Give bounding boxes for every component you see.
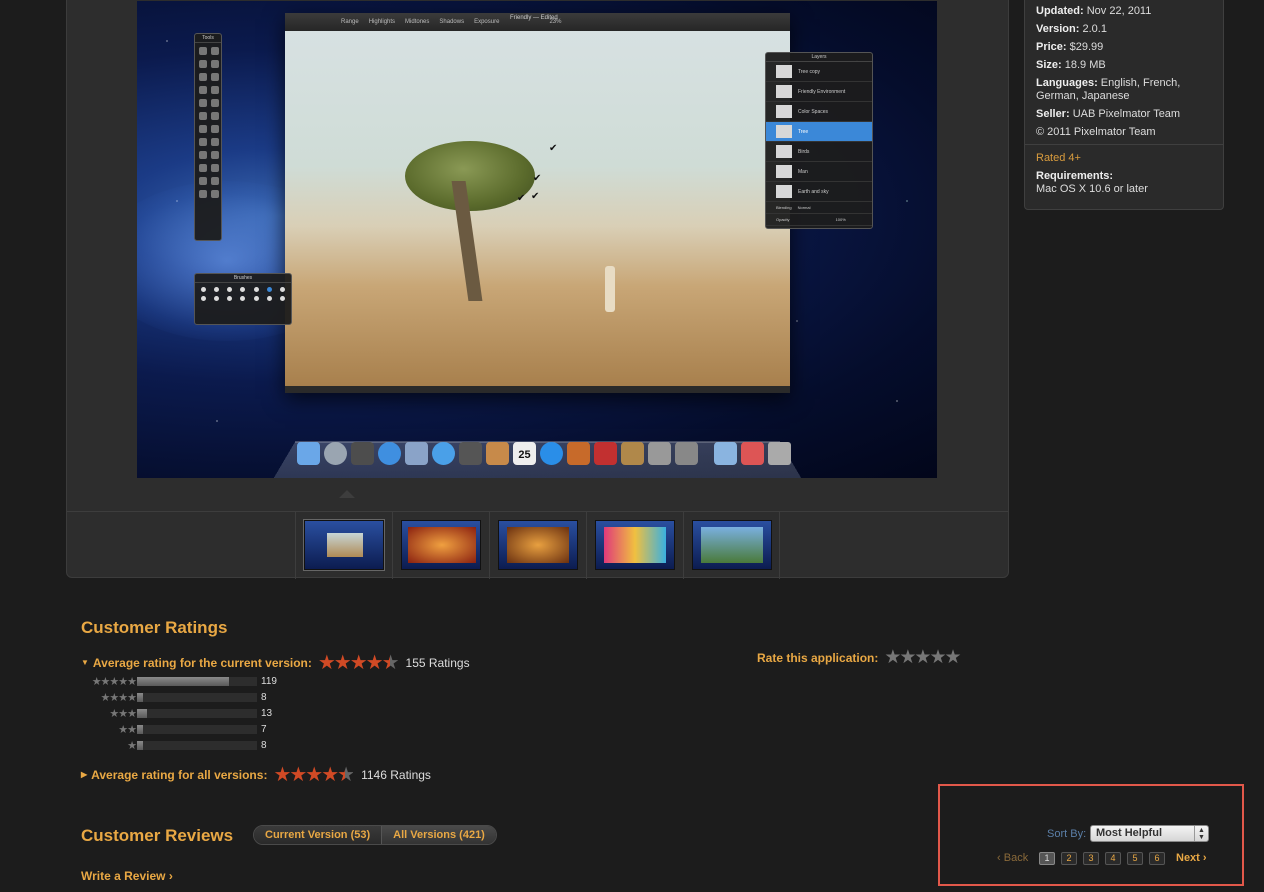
toolbar-range: Range xyxy=(341,19,359,25)
thumbnail-4[interactable] xyxy=(586,512,683,579)
thumbnail-strip xyxy=(67,511,1008,579)
rate-this-app: Rate this application: ★★★★★ xyxy=(757,646,960,669)
screenshot-viewer: Range Highlights Midtones Shadows Exposu… xyxy=(66,0,1009,578)
chevron-left-icon: ‹ xyxy=(997,852,1001,864)
current-rating-count: 155 Ratings xyxy=(406,656,470,670)
all-rating-stars: ★★★★★ xyxy=(273,762,353,787)
all-rating-count: 1146 Ratings xyxy=(361,768,431,782)
toolbar-highlights: Highlights xyxy=(369,19,395,25)
calendar-icon: 25 xyxy=(513,442,536,465)
app-info-panel: Updated: Nov 22, 2011 Version: 2.0.1 Pri… xyxy=(1024,0,1224,210)
select-arrows-icon: ▲ ▼ xyxy=(1194,826,1208,841)
rating-bar-4: ★★★★ 8 xyxy=(81,691,267,703)
layer-row: Friendly Environment xyxy=(766,82,872,102)
thumbnail-1[interactable] xyxy=(295,512,392,579)
version-row: Version: 2.0.1 xyxy=(1025,23,1223,36)
rating-bar-1: ★ 8 xyxy=(81,739,267,751)
rating-bar-5: ★★★★★ 119 xyxy=(81,675,277,687)
layer-row: Birds xyxy=(766,142,872,162)
seller-row: Seller: UAB Pixelmator Team xyxy=(1025,108,1223,121)
brushes-panel-title: Brushes xyxy=(195,274,291,283)
sort-select[interactable]: Most Helpful ▲ ▼ xyxy=(1090,825,1209,842)
one-star-icon: ★ xyxy=(81,739,136,752)
rate-stars-input[interactable]: ★★★★★ xyxy=(884,646,959,669)
customer-ratings-heading: Customer Ratings xyxy=(81,618,227,638)
five-stars-icon: ★★★★★ xyxy=(81,675,136,688)
size-row: Size: 18.9 MB xyxy=(1025,59,1223,72)
review-version-toggle: Current Version (53) All Versions (421) xyxy=(253,825,497,845)
blending-row: Blending Normal xyxy=(766,202,872,214)
pixelmator-window: Range Highlights Midtones Shadows Exposu… xyxy=(285,13,790,393)
chevron-right-icon: › xyxy=(1203,852,1207,864)
all-versions-rating[interactable]: ▶ Average rating for all versions: ★★★★★… xyxy=(81,762,431,787)
rating-bar-3: ★★★ 13 xyxy=(81,707,272,719)
customer-reviews-heading: Customer Reviews xyxy=(81,826,233,846)
updated-row: Updated: Nov 22, 2011 xyxy=(1025,5,1223,18)
layers-panel-title: Layers xyxy=(766,53,872,62)
tools-panel: Tools xyxy=(194,33,222,241)
rating-bar-2: ★★ 7 xyxy=(81,723,267,735)
layer-row: Color Spaces xyxy=(766,102,872,122)
disclosure-open-icon: ▼ xyxy=(81,658,89,667)
layer-row: Tree copy xyxy=(766,62,872,82)
page-3[interactable]: 3 xyxy=(1083,852,1099,865)
tab-current-version[interactable]: Current Version (53) xyxy=(254,826,381,844)
all-rating-label: Average rating for all versions: xyxy=(91,768,267,782)
image-canvas: ✔ ✔ ✔ ✔ xyxy=(285,31,790,386)
write-review-link[interactable]: Write a Review › xyxy=(81,869,173,883)
app-toolbar: Range Highlights Midtones Shadows Exposu… xyxy=(285,13,790,31)
requirements: Mac OS X 10.6 or later xyxy=(1025,183,1223,196)
chevron-right-icon: › xyxy=(169,869,173,883)
requirements-label: Requirements: xyxy=(1025,170,1223,183)
toolbar-midtones: Midtones xyxy=(405,19,429,25)
tools-panel-title: Tools xyxy=(195,34,221,43)
price-row: Price: $29.99 xyxy=(1025,41,1223,54)
layer-row: Earth and sky xyxy=(766,182,872,202)
two-stars-icon: ★★ xyxy=(81,723,136,736)
thumbnail-3[interactable] xyxy=(489,512,586,579)
page-5[interactable]: 5 xyxy=(1127,852,1143,865)
main-screenshot: Range Highlights Midtones Shadows Exposu… xyxy=(137,1,937,478)
age-rating: Rated 4+ xyxy=(1025,152,1223,165)
current-rating-stars: ★★★★★ xyxy=(318,650,398,675)
disclosure-closed-icon: ▶ xyxy=(81,770,87,779)
rate-label: Rate this application: xyxy=(757,651,878,665)
three-stars-icon: ★★★ xyxy=(81,707,136,720)
page-6[interactable]: 6 xyxy=(1149,852,1165,865)
four-stars-icon: ★★★★ xyxy=(81,691,136,704)
sort-by-label: Sort By: xyxy=(1047,828,1086,840)
page-2[interactable]: 2 xyxy=(1061,852,1077,865)
dock-icons: 25 xyxy=(297,442,791,465)
opacity-row: Opacity 100% xyxy=(766,214,872,226)
sort-value: Most Helpful xyxy=(1096,827,1162,839)
tab-all-versions[interactable]: All Versions (421) xyxy=(381,826,496,844)
current-version-rating[interactable]: ▼ Average rating for the current version… xyxy=(81,650,470,675)
current-rating-label: Average rating for the current version: xyxy=(93,656,312,670)
toolbar-exposure: Exposure xyxy=(474,19,499,25)
languages-row: Languages: English, French, German, Japa… xyxy=(1025,77,1223,103)
page-1[interactable]: 1 xyxy=(1039,852,1055,865)
layers-panel: Layers Tree copy Friendly Environment Co… xyxy=(765,52,873,229)
page-4[interactable]: 4 xyxy=(1105,852,1121,865)
thumbnail-5[interactable] xyxy=(683,512,780,579)
back-link[interactable]: ‹ Back xyxy=(997,852,1028,866)
layer-row: Tree xyxy=(766,122,872,142)
brushes-panel: Brushes xyxy=(194,273,292,325)
layer-row: Man xyxy=(766,162,872,182)
thumbnail-2[interactable] xyxy=(392,512,489,579)
copyright: © 2011 Pixelmator Team xyxy=(1025,126,1223,139)
toolbar-shadows: Shadows xyxy=(439,19,464,25)
document-title: Friendly — Edited xyxy=(510,15,558,21)
next-link[interactable]: Next › xyxy=(1176,852,1207,866)
